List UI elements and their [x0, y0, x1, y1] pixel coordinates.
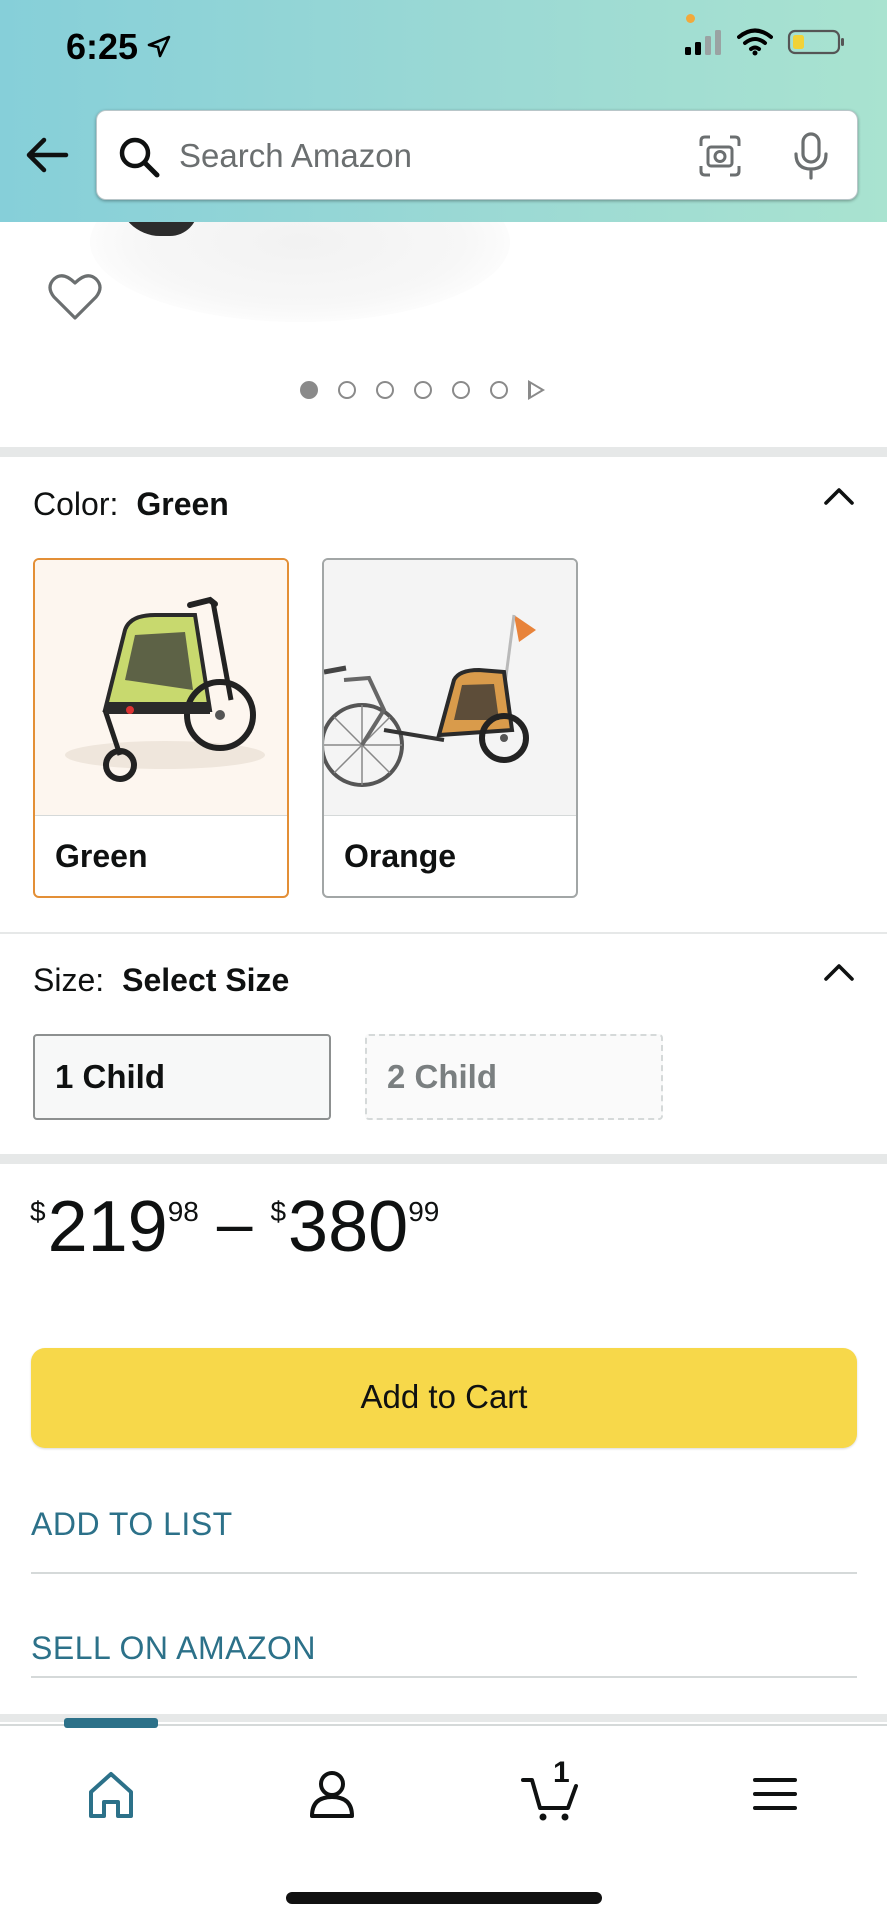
carousel-dot[interactable]	[490, 381, 508, 399]
back-arrow-icon[interactable]	[22, 130, 72, 180]
size-option-label: 2 Child	[387, 1058, 498, 1095]
menu-icon[interactable]	[745, 1764, 805, 1824]
carousel-dot[interactable]	[376, 381, 394, 399]
carousel-dot[interactable]	[338, 381, 356, 399]
price-range: $ 219 98 – $ 380 99	[30, 1186, 439, 1268]
color-option-orange[interactable]: Orange	[322, 558, 578, 898]
camera-scan-icon[interactable]	[697, 133, 743, 179]
price-low-whole: 219	[47, 1187, 168, 1267]
cart-count-badge: 1	[553, 1756, 570, 1789]
orange-trailer-image	[324, 560, 576, 815]
row-divider	[31, 1572, 857, 1574]
account-icon[interactable]	[302, 1764, 362, 1824]
color-option-label: Orange	[344, 838, 457, 874]
add-to-cart-button[interactable]: Add to Cart	[31, 1348, 857, 1448]
color-label: Color:	[33, 486, 119, 522]
section-divider	[0, 1154, 887, 1164]
color-label-row: Color: Green	[33, 486, 229, 523]
size-option-label: 1 Child	[55, 1058, 166, 1095]
size-selected-value: Select Size	[122, 962, 290, 998]
carousel-dot[interactable]	[300, 381, 318, 399]
search-input[interactable]: Search Amazon	[179, 137, 412, 175]
color-selected-value: Green	[136, 486, 229, 522]
home-indicator[interactable]	[286, 1892, 602, 1904]
play-video-icon[interactable]	[528, 380, 545, 400]
color-option-label: Green	[55, 838, 148, 874]
price-low-fraction: 98	[167, 1196, 199, 1227]
section-divider	[0, 447, 887, 457]
search-icon	[119, 137, 160, 178]
sell-on-amazon-link[interactable]: SELL ON AMAZON	[31, 1630, 316, 1667]
battery-icon	[787, 29, 844, 55]
cart-icon[interactable]	[520, 1764, 580, 1824]
price-separator: –	[216, 1187, 253, 1259]
color-option-green[interactable]: Green	[33, 558, 289, 898]
price-high-fraction: 99	[408, 1196, 440, 1227]
carousel-dot[interactable]	[452, 381, 470, 399]
status-bar-time: 6:25	[66, 26, 172, 68]
clock-text: 6:25	[66, 26, 139, 67]
price-currency-symbol: $	[270, 1196, 287, 1227]
home-icon[interactable]	[81, 1764, 141, 1824]
product-image-carousel[interactable]	[0, 222, 887, 447]
price-currency-symbol: $	[30, 1196, 46, 1227]
add-to-cart-label: Add to Cart	[360, 1378, 528, 1415]
app-header: 6:25 Search Amazon	[0, 0, 887, 222]
chevron-up-icon[interactable]	[823, 486, 855, 506]
status-bar-icons	[683, 28, 847, 56]
add-to-list-link[interactable]: ADD TO LIST	[31, 1506, 233, 1543]
size-option-2-child[interactable]: 2 Child	[365, 1034, 663, 1120]
privacy-indicator-dot	[686, 14, 695, 23]
size-label-row: Size: Select Size	[33, 962, 289, 999]
wifi-icon	[737, 28, 773, 56]
carousel-pagination	[300, 380, 545, 400]
chevron-up-icon[interactable]	[823, 962, 855, 982]
carousel-dot[interactable]	[414, 381, 432, 399]
section-divider	[0, 932, 887, 934]
size-option-1-child[interactable]: 1 Child	[33, 1034, 331, 1120]
location-arrow-icon	[147, 35, 171, 58]
heart-icon[interactable]	[48, 272, 102, 322]
active-tab-indicator	[64, 1718, 158, 1728]
size-label: Size:	[33, 962, 105, 998]
row-divider	[31, 1676, 857, 1678]
search-bar[interactable]: Search Amazon	[96, 110, 858, 200]
product-image	[90, 222, 510, 322]
green-trailer-image	[35, 560, 287, 815]
microphone-icon[interactable]	[791, 131, 831, 181]
swatch-divider	[324, 815, 576, 816]
signal-icon	[685, 30, 721, 55]
price-high-whole: 380	[288, 1187, 409, 1267]
swatch-divider	[35, 815, 287, 816]
